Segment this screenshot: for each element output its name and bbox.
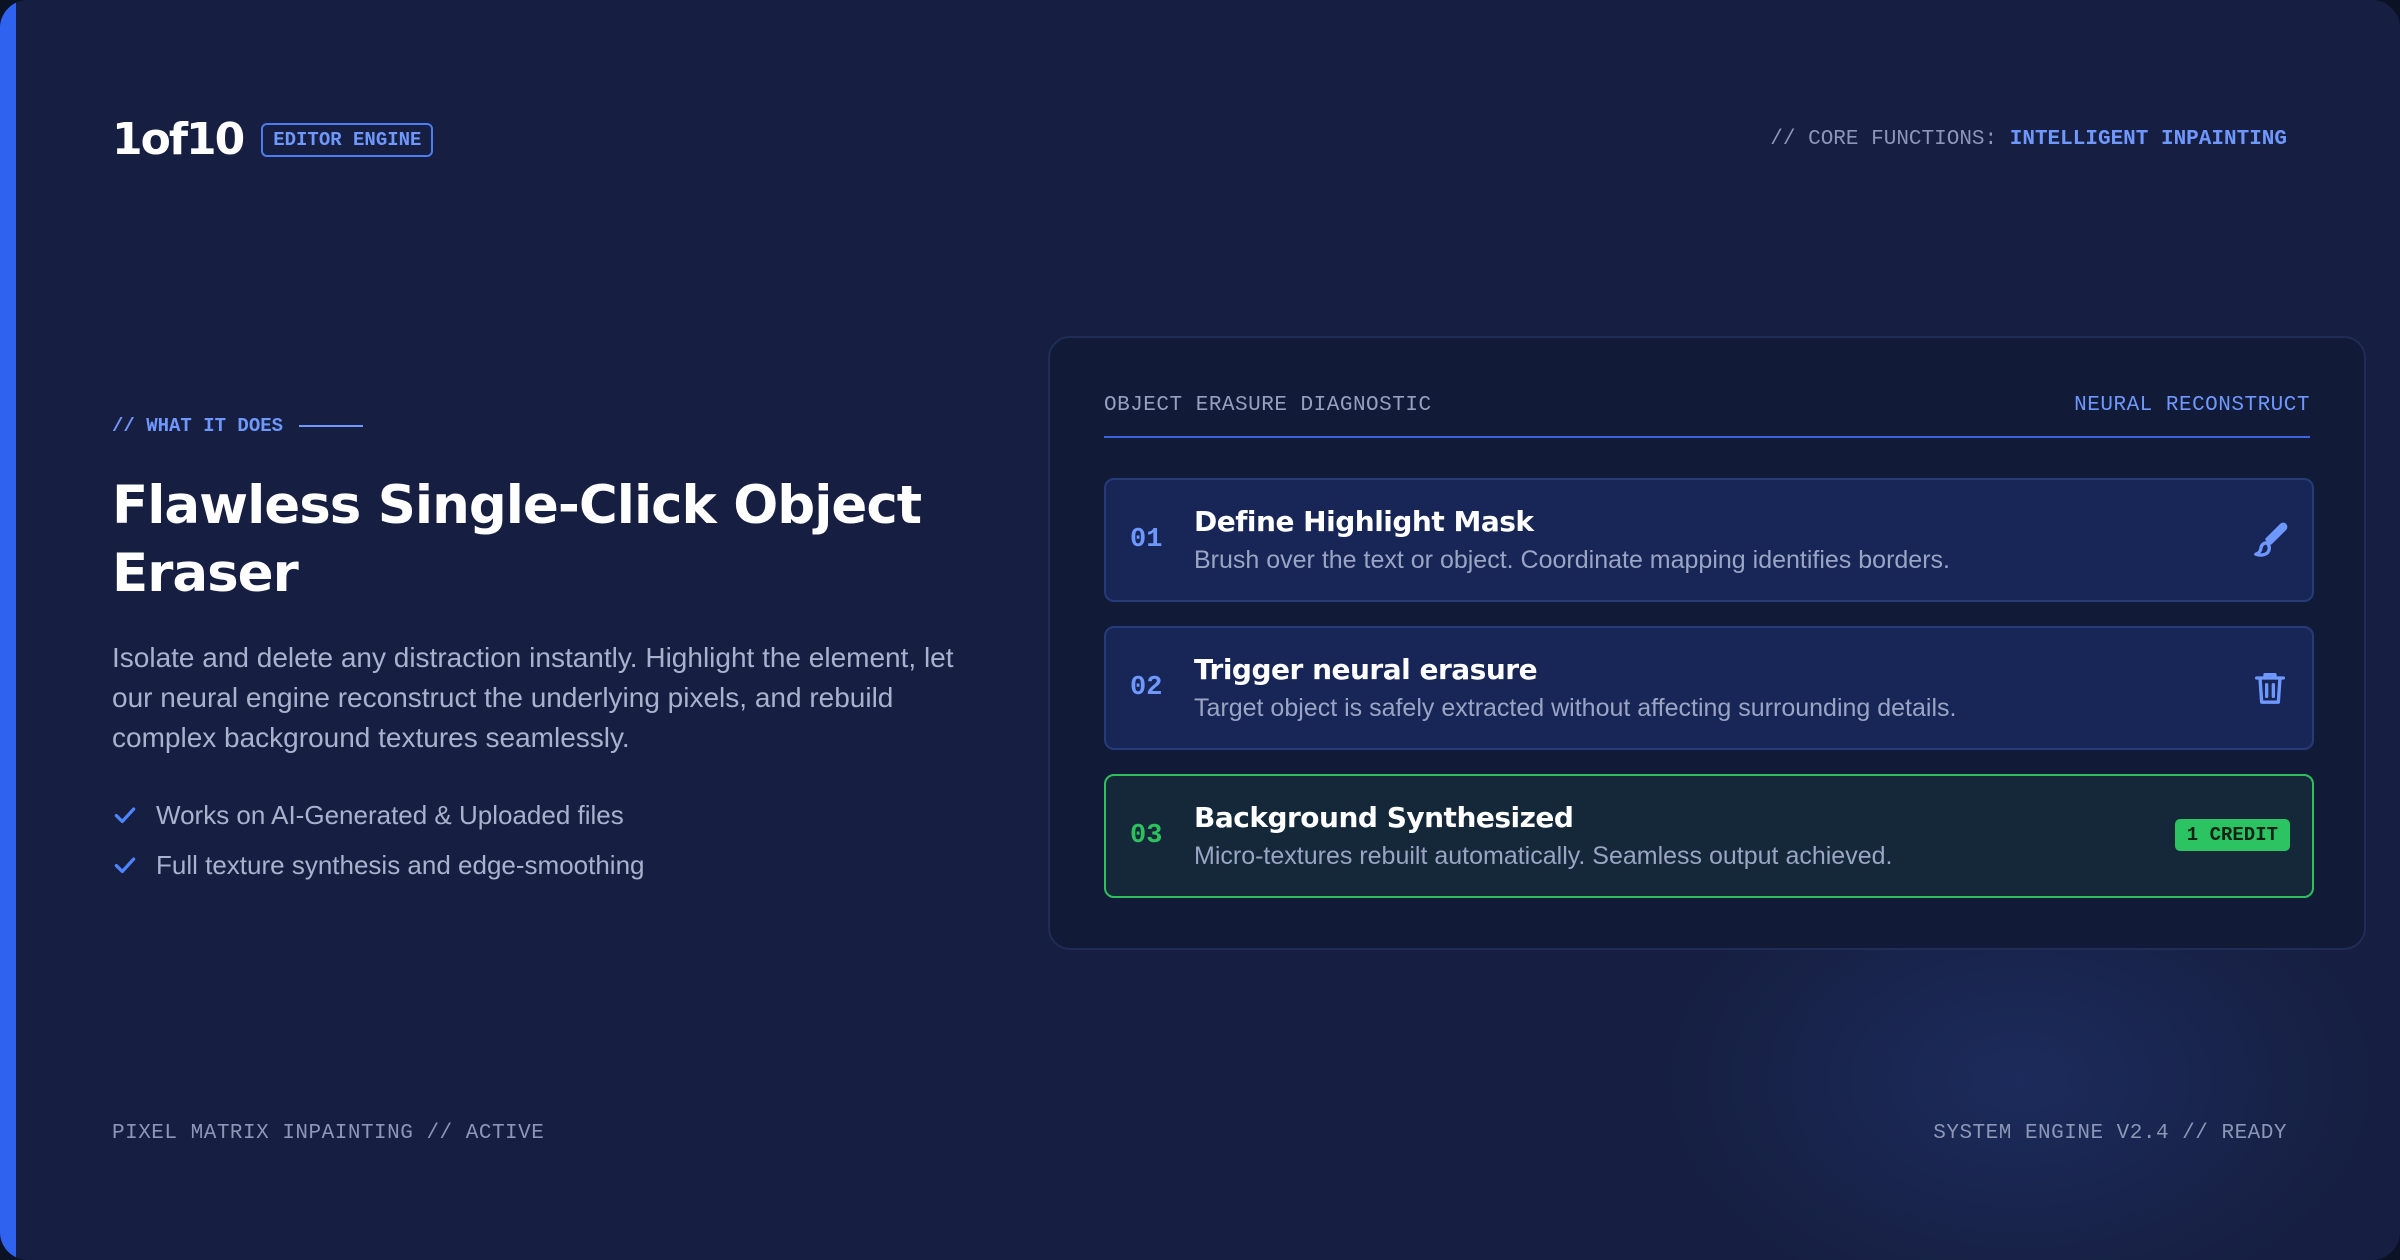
feature-label: Works on AI-Generated & Uploaded files — [156, 799, 624, 830]
feature-list: Works on AI-Generated & Uploaded files F… — [112, 790, 645, 890]
check-icon — [114, 857, 136, 874]
step-description: Micro-textures rebuilt automatically. Se… — [1194, 842, 1893, 870]
step-define-mask[interactable]: 01 Define Highlight Mask Brush over the … — [1104, 478, 2314, 602]
section-eyebrow: // WHAT IT DOES — [112, 414, 364, 438]
step-description: Brush over the text or object. Coordinat… — [1194, 546, 1950, 574]
step-title: Trigger neural erasure — [1194, 653, 1538, 686]
core-functions: // CORE FUNCTIONS: INTELLIGENT INPAINTIN… — [1770, 128, 2287, 152]
feature-label: Full texture synthesis and edge-smoothin… — [156, 849, 645, 880]
footer-status-right: SYSTEM ENGINE V2.4 // READY — [1933, 1122, 2287, 1145]
core-functions-label: // CORE FUNCTIONS: — [1770, 128, 1998, 151]
page-title: Flawless Single-Click Object Eraser — [112, 475, 922, 604]
page-description: Isolate and delete any distraction insta… — [112, 642, 954, 753]
brush-icon[interactable] — [2250, 520, 2290, 560]
check-icon — [114, 807, 136, 824]
footer-status-left: PIXEL MATRIX INPAINTING // ACTIVE — [112, 1122, 545, 1145]
accent-bar — [0, 0, 16, 1260]
step-trigger-erasure[interactable]: 02 Trigger neural erasure Target object … — [1104, 626, 2314, 750]
logo[interactable]: 1of10 — [112, 116, 245, 164]
eyebrow-label: // WHAT IT DOES — [112, 415, 284, 437]
step-title: Background Synthesized — [1194, 801, 1574, 834]
credit-badge: 1 CREDIT — [2174, 819, 2290, 851]
erasure-diagnostic-panel: OBJECT ERASURE DIAGNOSTIC NEURAL RECONST… — [1048, 336, 2366, 950]
editor-engine-badge: EDITOR ENGINE — [261, 123, 434, 157]
step-title: Define Highlight Mask — [1194, 505, 1534, 538]
step-background-synthesized[interactable]: 03 Background Synthesized Micro-textures… — [1104, 774, 2314, 898]
page-frame: 1of10 EDITOR ENGINE // CORE FUNCTIONS: I… — [0, 0, 2400, 1260]
panel-title: OBJECT ERASURE DIAGNOSTIC — [1104, 394, 1432, 417]
feature-item: Works on AI-Generated & Uploaded files — [112, 790, 645, 840]
panel-header: OBJECT ERASURE DIAGNOSTIC NEURAL RECONST… — [1104, 394, 2310, 438]
step-number: 02 — [1130, 673, 1163, 703]
trash-icon[interactable] — [2250, 668, 2290, 708]
panel-tag: NEURAL RECONSTRUCT — [2074, 394, 2310, 417]
step-number: 03 — [1130, 821, 1163, 851]
core-functions-value: INTELLIGENT INPAINTING — [2009, 128, 2287, 151]
eyebrow-divider — [299, 425, 364, 427]
step-description: Target object is safely extracted withou… — [1194, 694, 1957, 722]
step-number: 01 — [1130, 525, 1163, 555]
feature-item: Full texture synthesis and edge-smoothin… — [112, 840, 645, 890]
brand: 1of10 EDITOR ENGINE — [112, 116, 434, 164]
